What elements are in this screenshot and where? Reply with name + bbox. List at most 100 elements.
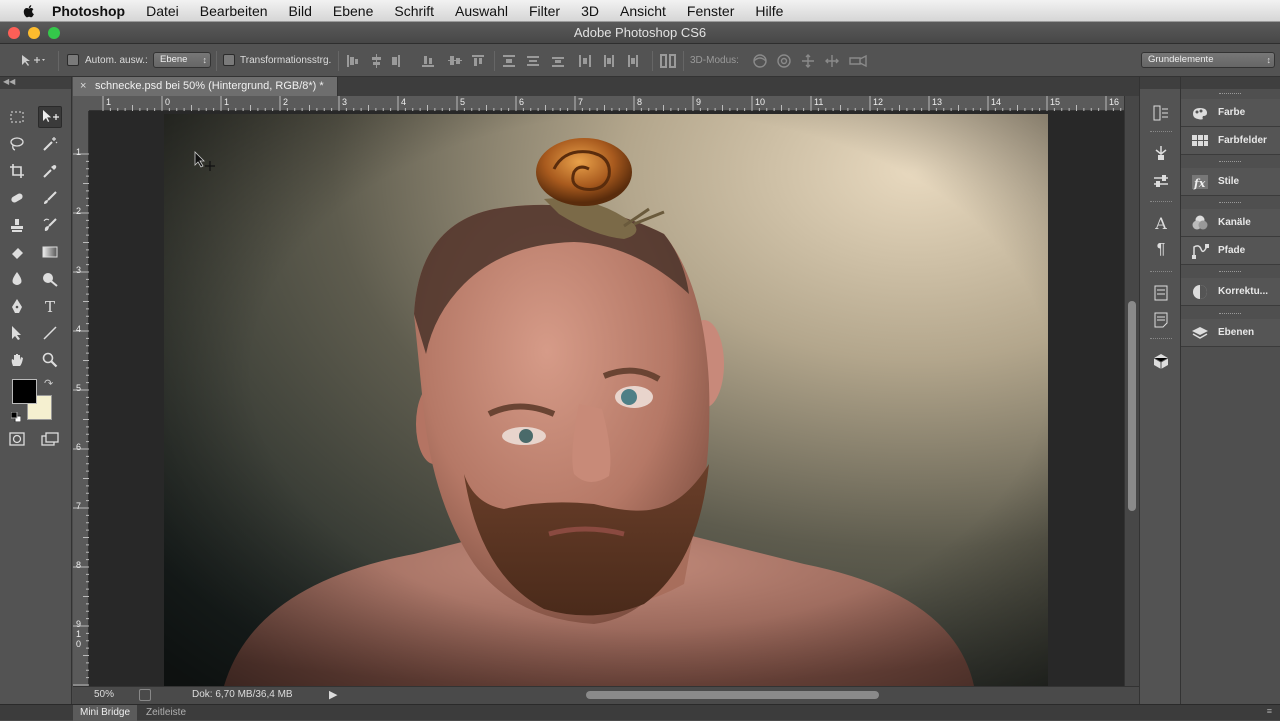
line-tool-icon[interactable] <box>38 322 62 344</box>
ruler-label: 12 <box>873 97 884 107</box>
info-panel-icon[interactable] <box>1152 284 1170 302</box>
document-tab[interactable]: × schnecke.psd bei 50% (Hintergrund, RGB… <box>73 77 338 96</box>
pen-tool-icon[interactable] <box>5 295 29 317</box>
tool-presets-icon[interactable] <box>1152 172 1170 190</box>
path-selection-tool-icon[interactable] <box>5 322 29 344</box>
panel-dock-header[interactable] <box>1181 77 1280 89</box>
menu-auswahl[interactable]: Auswahl <box>455 3 508 19</box>
close-tab-icon[interactable]: × <box>80 77 86 96</box>
window-title-bar: Adobe Photoshop CS6 <box>0 22 1280 44</box>
blur-tool-icon[interactable] <box>5 268 29 290</box>
adjustments-icon <box>1191 284 1209 300</box>
dodge-tool-icon[interactable] <box>38 268 62 290</box>
quick-mask-icon[interactable] <box>5 428 29 450</box>
crop-tool-icon[interactable] <box>5 160 29 182</box>
tab-mini-bridge[interactable]: Mini Bridge <box>73 705 138 721</box>
menu-ebene[interactable]: Ebene <box>333 3 373 19</box>
transform-controls-checkbox[interactable] <box>223 54 235 66</box>
tools-panel-header[interactable]: ◀◀ <box>0 77 71 89</box>
panel-label: Farbe <box>1218 107 1246 118</box>
ruler-vertical[interactable]: 1 2 3 4 5 6 7 8 9 1 0 <box>73 111 89 686</box>
panel-kanaele[interactable]: Kanäle <box>1181 209 1280 237</box>
auto-select-dropdown[interactable]: Ebene <box>153 52 211 68</box>
magic-wand-tool-icon[interactable] <box>38 133 62 155</box>
ruler-horizontal[interactable]: 1 0 1 2 3 4 5 6 7 8 9 10 11 12 13 14 15 … <box>89 96 1124 111</box>
lasso-tool-icon[interactable] <box>5 133 29 155</box>
paths-icon <box>1191 243 1209 259</box>
history-panel-icon[interactable] <box>1152 104 1170 122</box>
foreground-color-swatch[interactable] <box>12 379 37 404</box>
window-minimize-button[interactable] <box>28 27 40 39</box>
character-panel-icon[interactable]: A <box>1152 214 1170 233</box>
screen-mode-icon[interactable] <box>38 428 62 450</box>
eraser-tool-icon[interactable] <box>5 241 29 263</box>
panel-farbe[interactable]: Farbe <box>1181 99 1280 127</box>
ruler-corner[interactable] <box>73 96 89 111</box>
canvas-pasteboard[interactable] <box>89 111 1124 686</box>
menu-bild[interactable]: Bild <box>289 3 312 19</box>
menu-bar: Photoshop Datei Bearbeiten Bild Ebene Sc… <box>0 0 1280 22</box>
move-cursor-icon <box>194 151 215 171</box>
vertical-scrollbar[interactable] <box>1124 96 1139 686</box>
panel-ebenen[interactable]: Ebenen <box>1181 319 1280 347</box>
panel-stile[interactable]: fx Stile <box>1181 168 1280 196</box>
menu-bearbeiten[interactable]: Bearbeiten <box>200 3 268 19</box>
zoom-level[interactable]: 50% <box>94 689 114 700</box>
align-icons[interactable] <box>346 53 486 69</box>
ruler-label: 8 <box>637 97 643 107</box>
panel-pfade[interactable]: Pfade <box>1181 237 1280 265</box>
brush-presets-icon[interactable] <box>1152 144 1170 162</box>
ruler-label: 2 <box>76 206 82 216</box>
marquee-tool-icon[interactable] <box>5 106 29 128</box>
hand-tool-icon[interactable] <box>5 349 29 371</box>
swatches-icon <box>1191 133 1209 149</box>
clone-stamp-tool-icon[interactable] <box>5 214 29 236</box>
eyedropper-tool-icon[interactable] <box>38 160 62 182</box>
menu-schrift[interactable]: Schrift <box>394 3 434 19</box>
ruler-label: 7 <box>578 97 584 107</box>
status-icon[interactable] <box>139 689 151 701</box>
menu-datei[interactable]: Datei <box>146 3 179 19</box>
document-canvas-photo[interactable] <box>164 114 1048 686</box>
menu-hilfe[interactable]: Hilfe <box>755 3 783 19</box>
zoom-tool-icon[interactable] <box>38 349 62 371</box>
ruler-label: 10 <box>755 97 766 107</box>
apple-icon[interactable] <box>20 3 38 19</box>
move-tool-icon[interactable] <box>38 106 62 128</box>
default-colors-icon[interactable] <box>10 409 22 423</box>
3d-panel-icon[interactable] <box>1152 352 1170 370</box>
gradient-tool-icon[interactable] <box>38 241 62 263</box>
menu-3d[interactable]: 3D <box>581 3 599 19</box>
menu-ansicht[interactable]: Ansicht <box>620 3 666 19</box>
notes-panel-icon[interactable] <box>1152 311 1170 329</box>
panel-label: Korrektu... <box>1218 286 1269 297</box>
workspace-dropdown[interactable]: Grundelemente <box>1141 52 1275 68</box>
history-brush-tool-icon[interactable] <box>38 214 62 236</box>
auto-select-checkbox[interactable] <box>67 54 79 66</box>
swap-colors-icon[interactable]: ↷ <box>44 377 53 390</box>
document-size: Dok: 6,70 MB/36,4 MB <box>192 689 293 700</box>
distribute-icons[interactable] <box>502 53 652 69</box>
auto-align-icon[interactable] <box>659 53 677 69</box>
paragraph-panel-icon[interactable]: ¶ <box>1152 241 1170 259</box>
status-menu-arrow-icon[interactable]: ▶ <box>329 688 337 701</box>
menu-filter[interactable]: Filter <box>529 3 560 19</box>
icon-strip-header[interactable] <box>1140 77 1180 89</box>
type-tool-icon[interactable]: T <box>38 295 62 317</box>
menu-app[interactable]: Photoshop <box>52 3 125 19</box>
menu-fenster[interactable]: Fenster <box>687 3 734 19</box>
panel-korrekturen[interactable]: Korrektu... <box>1181 278 1280 306</box>
move-tool-preset-icon[interactable] <box>20 53 46 67</box>
window-maximize-button[interactable] <box>48 27 60 39</box>
horizontal-scroll-thumb[interactable] <box>586 691 879 699</box>
spot-healing-tool-icon[interactable] <box>5 187 29 209</box>
bottom-panel-menu-icon[interactable]: ≡ <box>1267 706 1272 716</box>
vertical-scroll-thumb[interactable] <box>1128 301 1136 511</box>
status-bar: 50% Dok: 6,70 MB/36,4 MB ▶ <box>73 686 1139 704</box>
tab-zeitleiste[interactable]: Zeitleiste <box>139 705 193 721</box>
brush-tool-icon[interactable] <box>38 187 62 209</box>
ruler-label: 5 <box>76 383 82 393</box>
3d-mode-icons[interactable] <box>750 53 868 69</box>
panel-farbfelder[interactable]: Farbfelder <box>1181 127 1280 155</box>
window-close-button[interactable] <box>8 27 20 39</box>
